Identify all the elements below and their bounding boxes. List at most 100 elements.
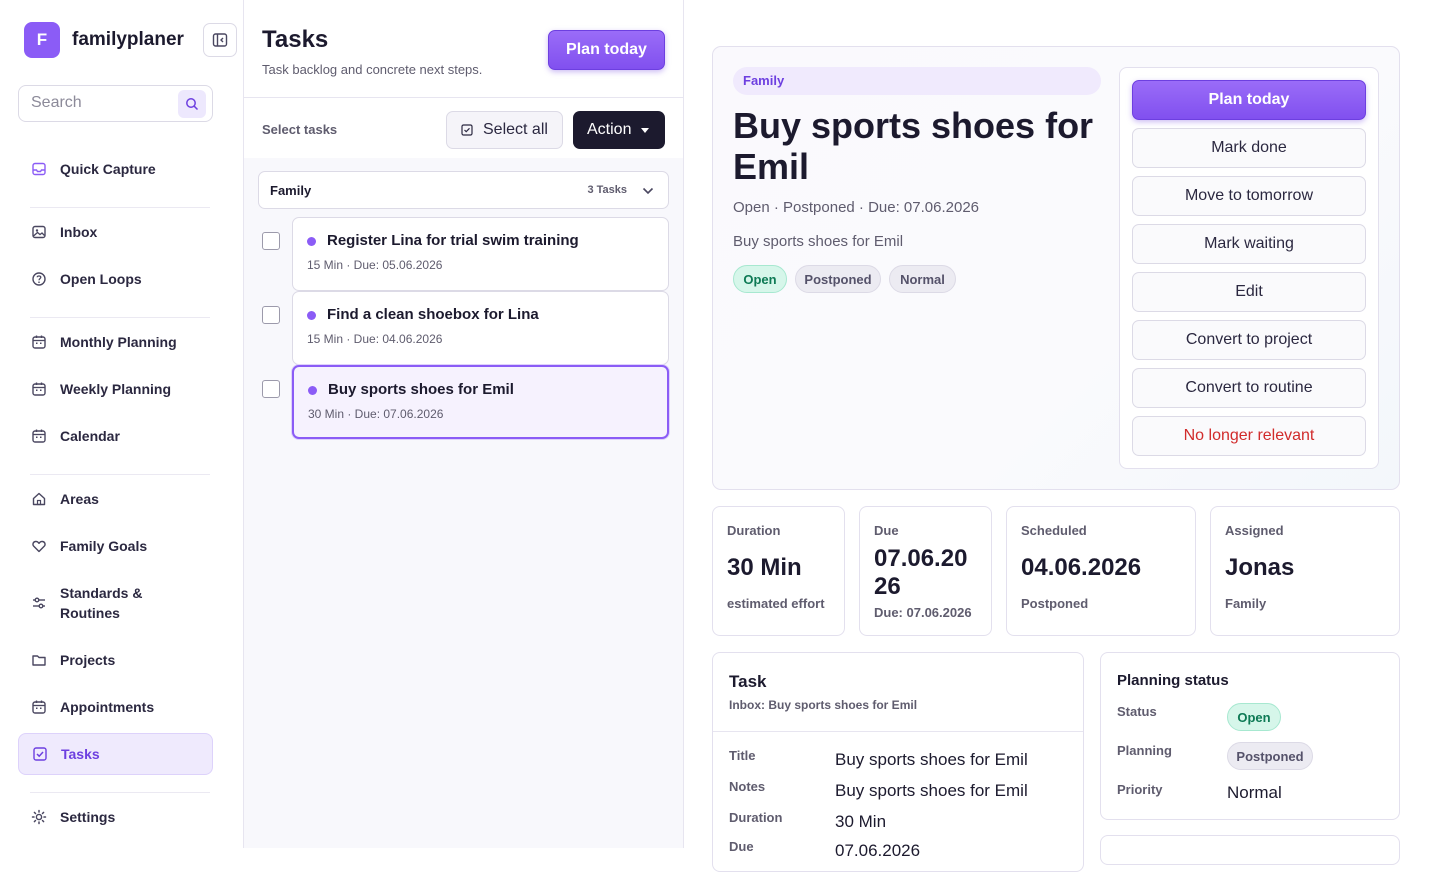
divider <box>30 792 210 793</box>
divider <box>30 207 210 208</box>
task-info-panel: Task Inbox: Buy sports shoes for Emil Ti… <box>712 652 1084 872</box>
move-to-tomorrow-button[interactable]: Move to tomorrow <box>1132 176 1366 216</box>
task-detail-description: Buy sports shoes for Emil <box>733 233 904 250</box>
stat-value: 07.06.20 26 <box>874 545 968 600</box>
task-group-header[interactable]: Family 3 Tasks <box>258 171 669 209</box>
sidebar-item-settings[interactable]: Settings <box>18 796 213 838</box>
calendar-icon <box>32 382 46 396</box>
group-name: Family <box>270 183 312 198</box>
field-key: Duration <box>729 810 783 825</box>
task-card-selected[interactable]: Buy sports shoes for Emil 30 Min · Due: … <box>292 365 669 439</box>
question-circle-icon <box>32 272 46 286</box>
action-dropdown-button[interactable]: Action <box>573 111 665 149</box>
sliders-icon <box>33 597 45 609</box>
field-value: 07.06.2026 <box>835 841 921 860</box>
sidebar-item-quick-capture[interactable]: Quick Capture <box>18 148 213 190</box>
sidebar-item-label: Calendar <box>60 428 120 444</box>
edit-button[interactable]: Edit <box>1132 272 1366 312</box>
sidebar-item-projects[interactable]: Projects <box>18 639 213 681</box>
selection-toolbar: Select tasks Select all Action <box>244 98 683 158</box>
task-card[interactable]: Register Lina for trial swim training 15… <box>292 217 669 291</box>
calendar-icon <box>32 700 46 714</box>
search-button[interactable] <box>178 90 206 118</box>
group-count: 3 Tasks <box>587 184 627 196</box>
collapse-sidebar-button[interactable] <box>203 23 237 57</box>
task-checkbox[interactable] <box>262 306 280 324</box>
task-checkbox[interactable] <box>262 232 280 250</box>
field-key: Priority <box>1117 782 1163 797</box>
task-dot <box>307 311 316 320</box>
divider <box>30 474 210 475</box>
stat-value: 30 Min <box>727 554 802 581</box>
sidebar-item-standards-routines[interactable]: Standards & Routines <box>18 572 213 634</box>
stat-sub: Due: 07.06.2026 <box>874 605 972 620</box>
stat-label: Due <box>874 523 899 538</box>
app-name: familyplaner <box>72 29 184 50</box>
sidebar-item-label: Open Loops <box>60 271 142 287</box>
task-detail-meta: Open · Postponed · Due: 07.06.2026 <box>733 199 980 216</box>
plan-today-button[interactable]: Plan today <box>1132 80 1366 120</box>
sidebar-item-family-goals[interactable]: Family Goals <box>18 525 213 567</box>
search-input[interactable] <box>31 94 171 112</box>
field-value: Buy sports shoes for Emil <box>835 750 1028 769</box>
task-actions: Plan today Mark done Move to tomorrow Ma… <box>1119 67 1379 469</box>
task-checkbox[interactable] <box>262 380 280 398</box>
action-label: Action <box>587 121 632 138</box>
check-square-icon <box>33 747 47 761</box>
page-title: Tasks <box>262 26 329 53</box>
task-hero-card: Family Buy sports shoes for Emil Open · … <box>712 46 1400 490</box>
sidebar-item-monthly-planning[interactable]: Monthly Planning <box>18 321 213 363</box>
sidebar-item-calendar[interactable]: Calendar <box>18 415 213 457</box>
sidebar-item-inbox[interactable]: Inbox <box>18 211 213 253</box>
sidebar-item-label: Quick Capture <box>60 161 156 177</box>
sidebar-item-open-loops[interactable]: Open Loops <box>18 258 213 300</box>
sidebar-item-label: Inbox <box>60 224 98 240</box>
mark-done-button[interactable]: Mark done <box>1132 128 1366 168</box>
no-longer-relevant-button[interactable]: No longer relevant <box>1132 416 1366 456</box>
sidebar-item-label: Tasks <box>61 746 100 762</box>
select-all-label: Select all <box>483 121 548 138</box>
convert-to-routine-button[interactable]: Convert to routine <box>1132 368 1366 408</box>
sidebar-item-weekly-planning[interactable]: Weekly Planning <box>18 368 213 410</box>
sidebar-item-label: Standards & Routines <box>60 585 143 621</box>
brand[interactable]: F familyplaner <box>24 22 184 58</box>
stat-label: Duration <box>727 523 781 538</box>
sidebar-item-tasks[interactable]: Tasks <box>18 733 213 775</box>
task-meta: 15 Min · Due: 05.06.2026 <box>307 258 443 272</box>
task-meta: 30 Min · Due: 07.06.2026 <box>308 407 444 421</box>
page-subtitle: Task backlog and concrete next steps. <box>262 62 483 77</box>
divider <box>713 731 1083 732</box>
status-badge: Open <box>1227 703 1281 731</box>
calendar-icon <box>32 429 46 443</box>
field-key: Status <box>1117 704 1157 719</box>
priority-value: Normal <box>1227 783 1282 802</box>
divider <box>30 317 210 318</box>
task-detail-title: Buy sports shoes for Emil <box>733 105 1094 187</box>
convert-to-project-button[interactable]: Convert to project <box>1132 320 1366 360</box>
select-all-button[interactable]: Select all <box>446 111 563 149</box>
mark-waiting-button[interactable]: Mark waiting <box>1132 224 1366 264</box>
sidebar-item-label: Appointments <box>60 699 155 715</box>
sidebar: F familyplaner Quick Capture Inbox Open … <box>0 0 244 848</box>
sidebar-item-appointments[interactable]: Appointments <box>18 686 213 728</box>
stat-card-scheduled: Scheduled 04.06.2026 Postponed <box>1006 506 1196 636</box>
stat-card-assigned: Assigned Jonas Family <box>1210 506 1400 636</box>
section-subheading: Inbox: Buy sports shoes for Emil <box>729 698 918 712</box>
task-card[interactable]: Find a clean shoebox for Lina 15 Min · D… <box>292 291 669 365</box>
stat-sub: Family <box>1225 596 1267 611</box>
planning-badge: Postponed <box>795 265 881 293</box>
field-value: Buy sports shoes for Emil <box>835 781 1028 800</box>
planning-badge: Postponed <box>1227 742 1313 770</box>
sidebar-item-areas[interactable]: Areas <box>18 478 213 520</box>
planning-status-panel: Planning status Status Open Planning Pos… <box>1100 652 1400 820</box>
stat-label: Scheduled <box>1021 523 1087 538</box>
stat-card-duration: Duration 30 Min estimated effort <box>712 506 845 636</box>
sidebar-item-label: Projects <box>60 652 116 668</box>
home-icon <box>32 492 46 506</box>
task-list-header: Tasks Task backlog and concrete next ste… <box>244 0 683 98</box>
stat-card-due: Due 07.06.20 26 Due: 07.06.2026 <box>859 506 992 636</box>
sidebar-item-label: Monthly Planning <box>60 334 177 350</box>
inbox-tray-icon <box>32 162 46 176</box>
app-logo: F <box>24 22 60 58</box>
plan-today-button[interactable]: Plan today <box>548 30 665 70</box>
